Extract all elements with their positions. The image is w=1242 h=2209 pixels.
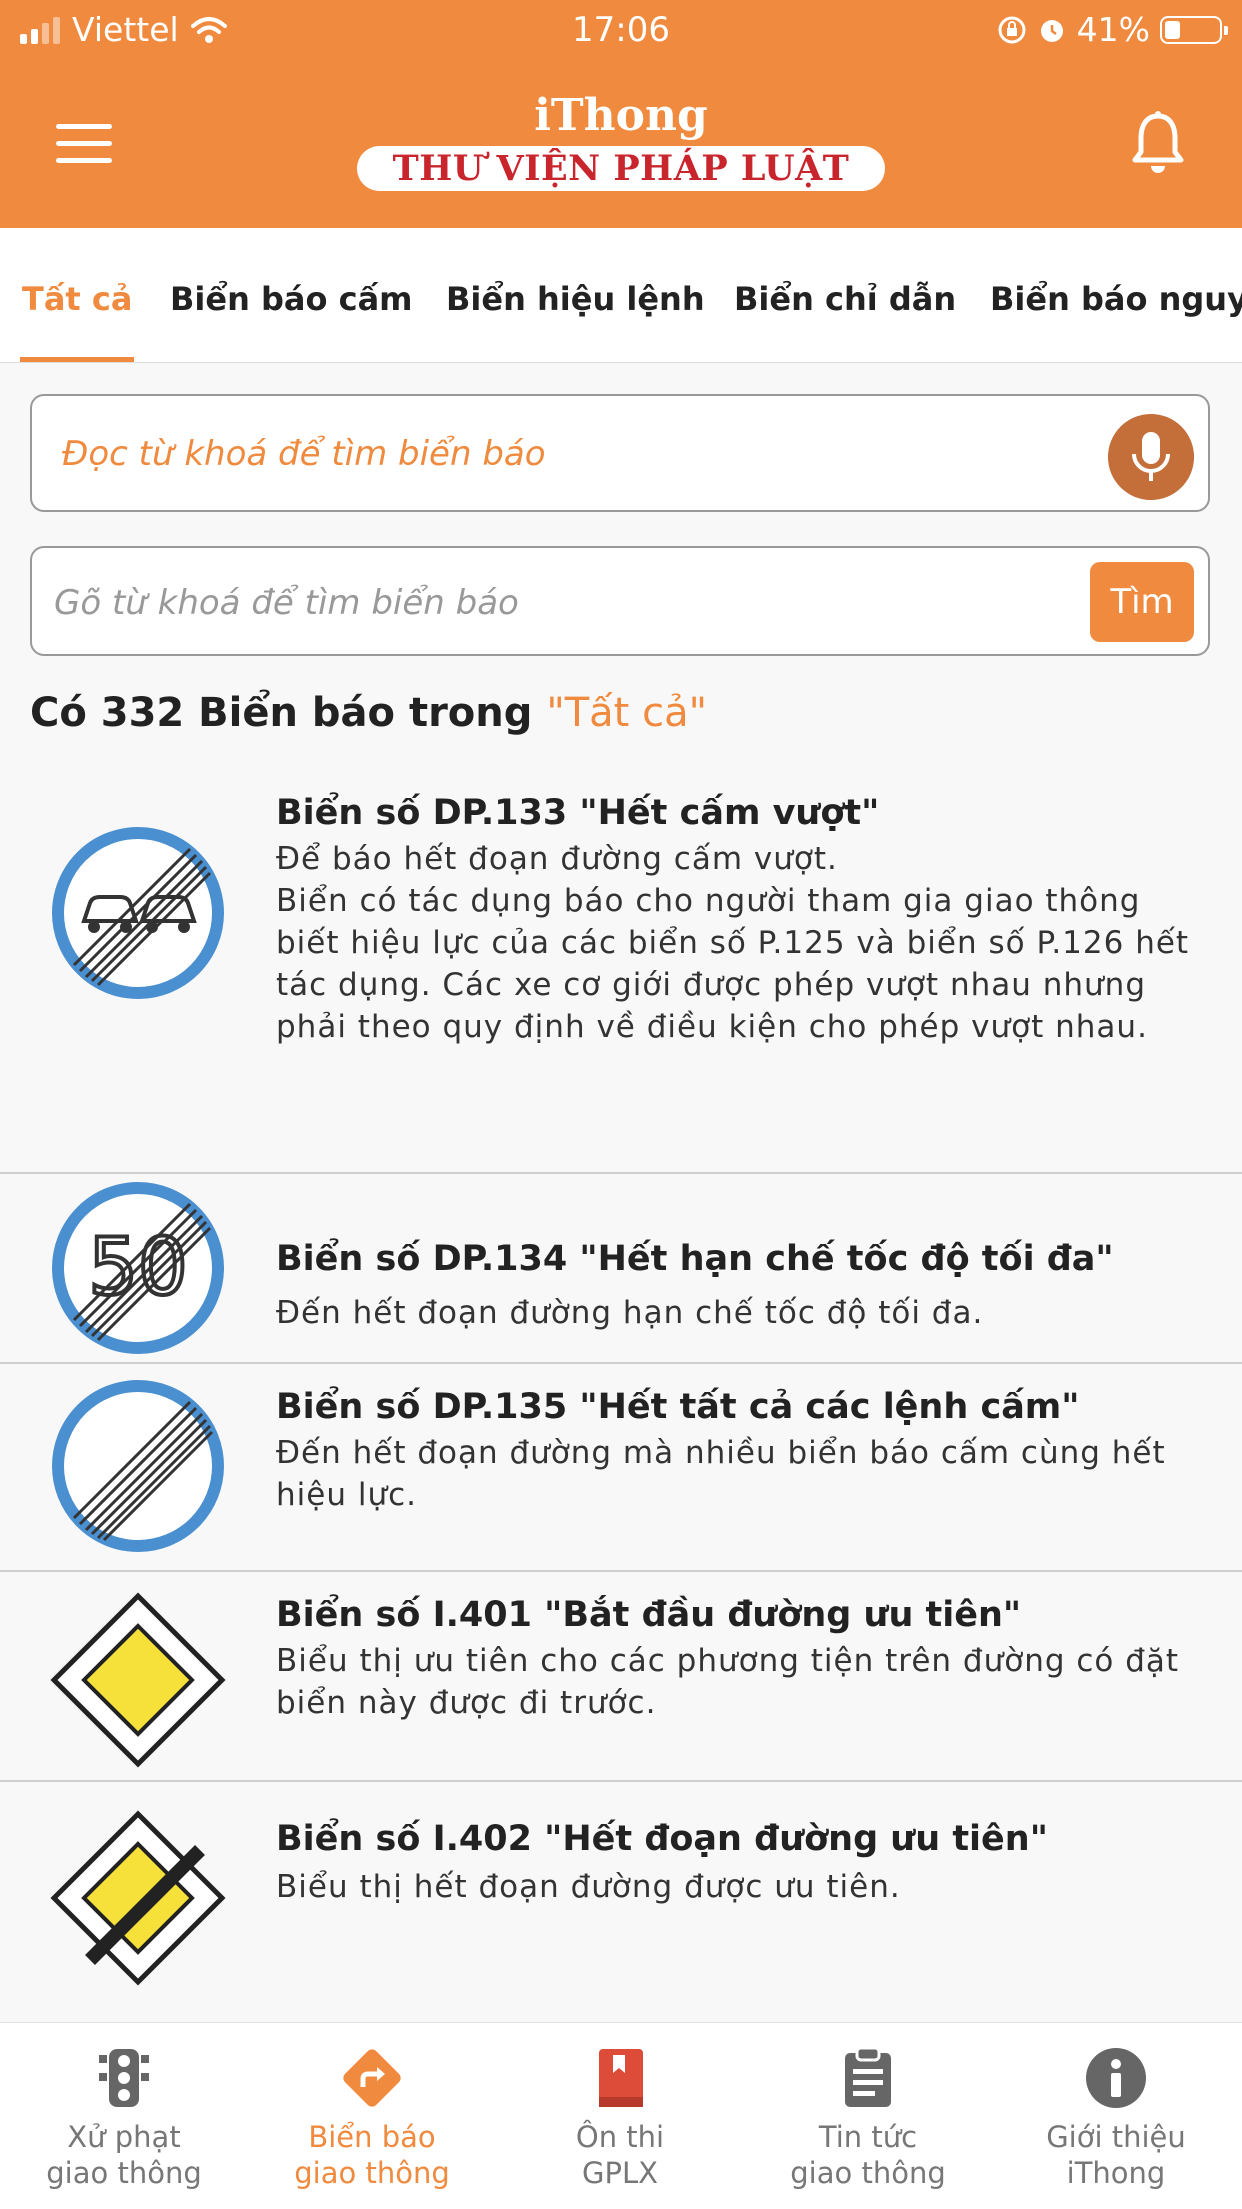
nav-label: giao thông (790, 2156, 946, 2190)
voice-search-placeholder: Đọc từ khoá để tìm biển báo (62, 434, 546, 474)
list-item[interactable]: 50 Biển số DP.134 "Hết hạn chế tốc độ tố… (0, 1174, 1242, 1364)
sign-description: Biểu thị hết đoạn đường được ưu tiên. (276, 1869, 901, 1905)
list-item[interactable]: Biển số I.401 "Bắt đầu đường ưu tiên" Bi… (0, 1572, 1242, 1782)
list-item[interactable]: Biển số I.402 "Hết đoạn đường ưu tiên" B… (0, 1782, 1242, 2022)
book-icon (599, 2049, 643, 2107)
sign-description: Để báo hết đoạn đường cấm vượt. Biển có … (276, 841, 1190, 1045)
nav-label: Biển báo (308, 2120, 436, 2154)
nav-traffic-fines[interactable]: Xử phạt giao thông (0, 2047, 248, 2191)
sign-title: Biển số DP.134 "Hết hạn chế tốc độ tối đ… (276, 1239, 1114, 1279)
tab-guide-signs[interactable]: Biển chỉ dẫn (734, 280, 956, 362)
battery-icon (1160, 15, 1228, 44)
sign-description: Đến hết đoạn đường hạn chế tốc độ tối đa… (276, 1295, 984, 1331)
list-item[interactable]: Biển số DP.135 "Hết tất cả các lệnh cấm"… (0, 1364, 1242, 1572)
voice-search-field[interactable]: Đọc từ khoá để tìm biển báo (30, 394, 1210, 512)
result-count-text: Có 332 Biển báo trong (30, 690, 533, 736)
nav-label: Ôn thi (575, 2120, 665, 2154)
battery-percent: 41% (1076, 10, 1150, 49)
sign-description: Biểu thị ưu tiên cho các phương tiện trê… (276, 1643, 1180, 1721)
nav-traffic-signs[interactable]: Biển báo giao thông (248, 2047, 496, 2191)
nav-license-exam[interactable]: Ôn thi GPLX (496, 2047, 744, 2191)
microphone-icon[interactable] (1108, 414, 1194, 500)
end-priority-road-sign-icon (50, 1810, 226, 1986)
tab-mandatory-signs[interactable]: Biển hiệu lệnh (446, 280, 705, 362)
category-tabs: Tất cả Biển báo cấm Biển hiệu lệnh Biển … (0, 228, 1242, 363)
search-input[interactable] (52, 574, 956, 632)
nav-label: Tin tức (818, 2120, 918, 2154)
result-category: "Tất cả" (546, 690, 707, 736)
bell-icon[interactable] (1130, 110, 1186, 176)
sign-list: Biển số DP.133 "Hết cấm vượt" Để báo hết… (0, 760, 1242, 2022)
traffic-light-icon (99, 2049, 149, 2107)
text-search-field: Tìm (30, 546, 1210, 656)
brand-logo: iThong THƯ VIỆN PHÁP LUẬT (0, 88, 1242, 191)
tab-prohibitory-signs[interactable]: Biển báo cấm (170, 280, 413, 362)
tab-warning-signs[interactable]: Biển báo nguy (990, 280, 1242, 362)
end-speed-limit-sign-icon: 50 (52, 1182, 224, 1354)
sign-description: Đến hết đoạn đường mà nhiều biển báo cấm… (276, 1435, 1166, 1513)
nav-label: giao thông (294, 2156, 450, 2190)
nav-label: Xử phạt (67, 2120, 181, 2154)
nav-label: giao thông (46, 2156, 202, 2190)
direction-sign-icon (343, 2049, 401, 2107)
status-bar: Viettel 17:06 41% (0, 0, 1242, 62)
nav-label: GPLX (582, 2156, 658, 2190)
info-icon (1086, 2048, 1146, 2108)
result-count: Có 332 Biển báo trong "Tất cả" (30, 690, 707, 736)
priority-road-sign-icon (50, 1592, 226, 1768)
sign-title: Biển số DP.133 "Hết cấm vượt" (276, 793, 880, 833)
sign-title: Biển số I.402 "Hết đoạn đường ưu tiên" (276, 1819, 1048, 1859)
search-button[interactable]: Tìm (1090, 562, 1194, 642)
bottom-navigation: Xử phạt giao thông Biển báo giao thông Ô… (0, 2022, 1242, 2209)
nav-label: iThong (1066, 2156, 1166, 2190)
brand-subtitle: THƯ VIỆN PHÁP LUẬT (356, 146, 886, 191)
sign-title: Biển số I.401 "Bắt đầu đường ưu tiên" (276, 1595, 1022, 1635)
app-header: Viettel 17:06 41% iThong THƯ VIỆN PHÁP L… (0, 0, 1242, 228)
end-no-overtaking-sign-icon (52, 827, 224, 999)
rotation-lock-icon (998, 16, 1026, 43)
app-name: iThong (534, 90, 708, 141)
nav-traffic-news[interactable]: Tin tức giao thông (744, 2047, 992, 2191)
list-item[interactable]: Biển số DP.133 "Hết cấm vượt" Để báo hết… (0, 760, 1242, 1174)
clipboard-icon (845, 2047, 891, 2107)
tab-all[interactable]: Tất cả (19, 280, 135, 362)
nav-label: Giới thiệu (1046, 2120, 1186, 2154)
end-all-restrictions-sign-icon (52, 1380, 224, 1552)
sign-title: Biển số DP.135 "Hết tất cả các lệnh cấm" (276, 1387, 1080, 1427)
nav-about[interactable]: Giới thiệu iThong (992, 2047, 1240, 2191)
alarm-icon (1040, 19, 1063, 42)
